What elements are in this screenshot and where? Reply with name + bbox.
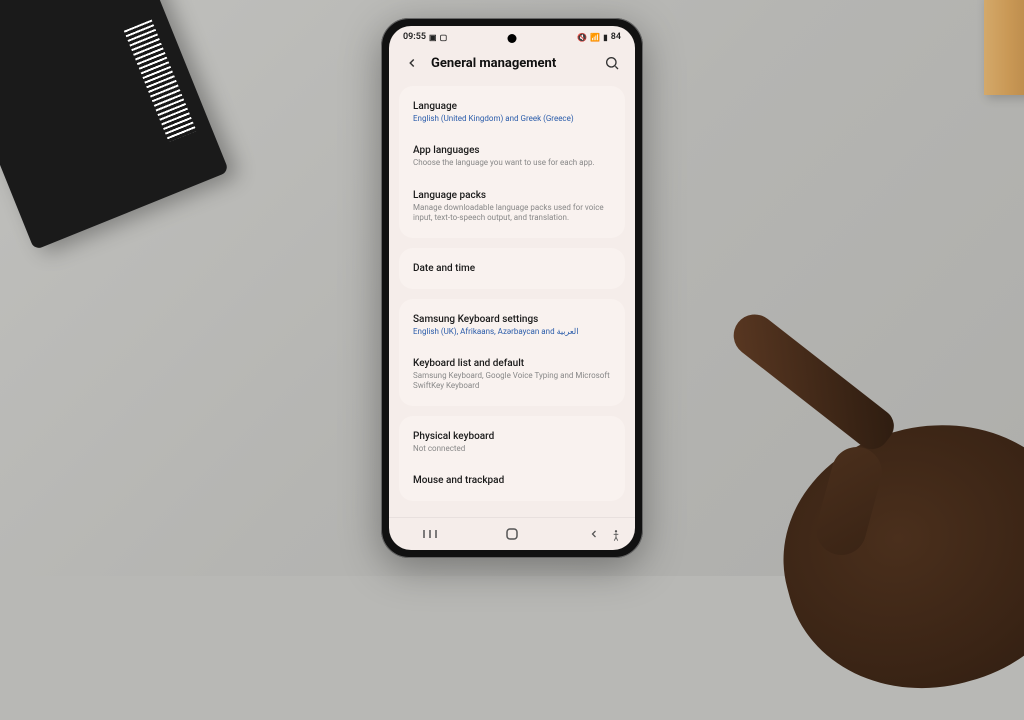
status-time: 09:55 <box>403 32 426 42</box>
recents-button[interactable] <box>418 526 442 542</box>
desk-surface: Galaxy S25 Ultra 09:55 ▣ ▢ 🔇 📶 ▮ 84 <box>0 0 1024 576</box>
barcode <box>124 20 197 143</box>
wifi-icon: 📶 <box>590 33 600 42</box>
battery-level: 84 <box>611 32 621 42</box>
search-button[interactable] <box>603 54 621 72</box>
navigation-bar <box>389 517 635 550</box>
settings-group: Physical keyboard Not connected Mouse an… <box>399 416 625 501</box>
settings-list[interactable]: Language English (United Kingdom) and Gr… <box>389 86 635 517</box>
camera-icon: ▣ <box>429 33 437 42</box>
setting-physical-keyboard[interactable]: Physical keyboard Not connected <box>399 420 625 464</box>
wood-prop <box>984 0 1024 95</box>
setting-mouse-trackpad[interactable]: Mouse and trackpad <box>399 464 625 497</box>
settings-header: General management <box>389 44 635 86</box>
setting-date-time[interactable]: Date and time <box>399 252 625 285</box>
hand <box>724 286 1024 686</box>
setting-app-languages[interactable]: App languages Choose the language you wa… <box>399 134 625 178</box>
notification-icon: ▢ <box>440 33 448 42</box>
accessibility-button[interactable] <box>609 528 623 542</box>
settings-group: Language English (United Kingdom) and Gr… <box>399 86 625 238</box>
settings-group: Date and time <box>399 248 625 289</box>
mute-icon: 🔇 <box>577 33 587 42</box>
back-button[interactable] <box>403 54 421 72</box>
setting-samsung-keyboard[interactable]: Samsung Keyboard settings English (UK), … <box>399 303 625 347</box>
phone-screen: 09:55 ▣ ▢ 🔇 📶 ▮ 84 General management <box>389 26 635 550</box>
product-box: Galaxy S25 Ultra <box>0 0 229 250</box>
camera-hole <box>508 34 517 43</box>
signal-icon: ▮ <box>603 33 607 42</box>
settings-group: Samsung Keyboard settings English (UK), … <box>399 299 625 406</box>
setting-language[interactable]: Language English (United Kingdom) and Gr… <box>399 90 625 134</box>
setting-language-packs[interactable]: Language packs Manage downloadable langu… <box>399 179 625 234</box>
back-nav-button[interactable] <box>582 526 606 542</box>
home-button[interactable] <box>500 526 524 542</box>
page-title: General management <box>431 56 593 71</box>
setting-keyboard-list[interactable]: Keyboard list and default Samsung Keyboa… <box>399 347 625 402</box>
phone-device: 09:55 ▣ ▢ 🔇 📶 ▮ 84 General management <box>381 18 643 558</box>
